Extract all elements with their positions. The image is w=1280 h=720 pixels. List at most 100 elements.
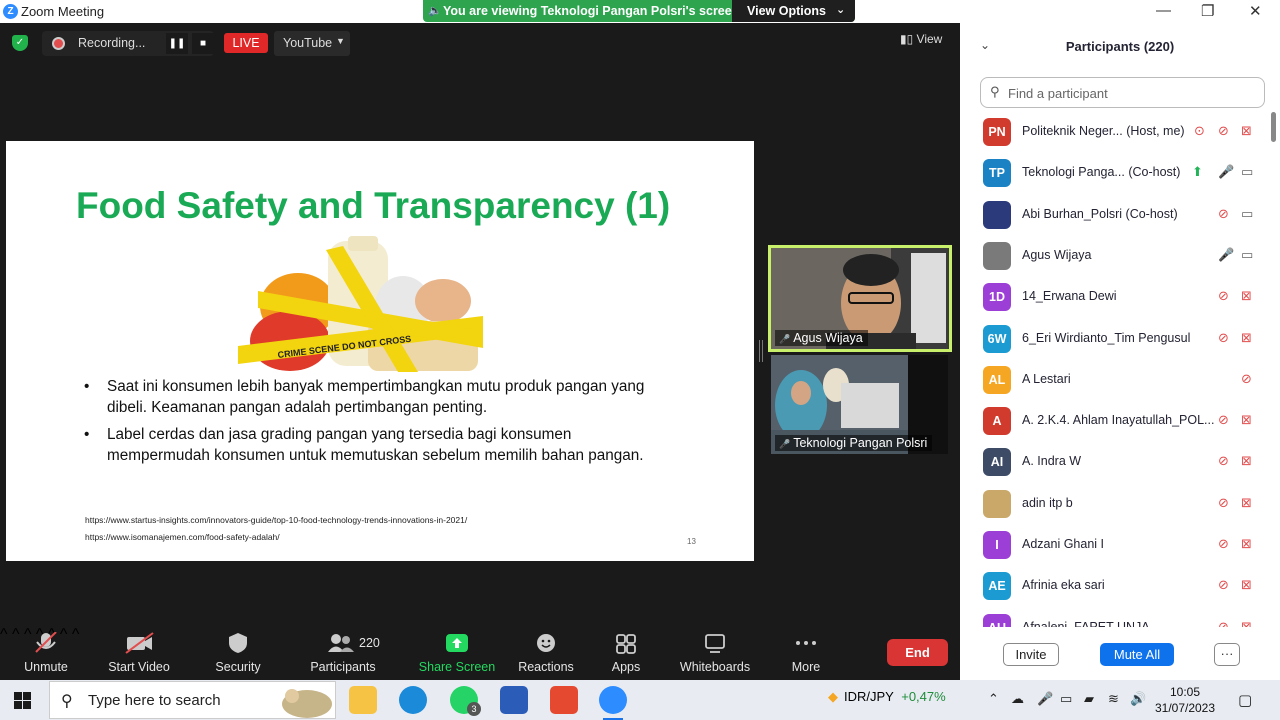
microphone-tray-icon[interactable]: 🎤	[1037, 691, 1053, 707]
notifications-icon[interactable]: ▢	[1238, 691, 1252, 709]
participant-row[interactable]: 6W 6_Eri Wirdianto_Tim Pengusul ⊘ ⊠	[960, 319, 1270, 360]
onedrive-cloud-icon[interactable]: ☁	[1011, 691, 1024, 707]
taskbar-clock[interactable]: 10:05 31/07/2023	[1150, 684, 1220, 716]
share-banner-message: You are viewing Teknologi Pangan Polsri'…	[443, 4, 740, 18]
participants-button[interactable]: 220 Participants	[306, 626, 380, 680]
mic-muted-icon[interactable]: ⊘	[1218, 288, 1229, 304]
mic-muted-icon[interactable]: ⊘	[1218, 536, 1229, 552]
video-panel-resize-handle[interactable]	[759, 340, 763, 362]
participant-row[interactable]: AU Afnaleni_FAPET UNJA ⊘ ⊠	[960, 608, 1270, 627]
close-icon[interactable]: ✕	[1249, 2, 1262, 20]
mic-muted-icon[interactable]: ⊘	[1218, 453, 1229, 469]
end-meeting-button[interactable]: End	[887, 639, 948, 666]
video-on-icon[interactable]: ▭	[1241, 206, 1253, 222]
pdf-reader-icon[interactable]	[550, 686, 578, 714]
participant-row[interactable]: 1D 14_Erwana Dewi ⊘ ⊠	[960, 277, 1270, 318]
video-tile-host[interactable]: 🎤 Teknologi Pangan Polsri	[771, 355, 948, 454]
more-button[interactable]: More	[776, 626, 836, 680]
battery-icon[interactable]: ▰	[1084, 691, 1094, 707]
whiteboards-button[interactable]: Whiteboards	[676, 626, 754, 680]
mic-on-icon[interactable]: 🎤	[1218, 247, 1234, 263]
maximize-icon[interactable]: ❐	[1201, 2, 1214, 20]
participant-row[interactable]: A A. 2.K.4. Ahlam Inayatullah_POL... ⊘ ⊠	[960, 401, 1270, 442]
edge-browser-icon[interactable]	[399, 686, 427, 714]
minimize-icon[interactable]: —	[1156, 2, 1171, 19]
encryption-shield-icon[interactable]: ✓	[12, 35, 28, 51]
file-explorer-icon[interactable]	[349, 686, 377, 714]
participant-row[interactable]: AE Afrinia eka sari ⊘ ⊠	[960, 566, 1270, 607]
participants-label: Participants	[310, 660, 376, 674]
mic-muted-icon[interactable]: ⊘	[1218, 206, 1229, 222]
mic-muted-icon[interactable]: ⊘	[1241, 371, 1252, 387]
start-video-button[interactable]: Start Video	[103, 626, 175, 680]
participant-row[interactable]: AL A Lestari ⊘	[960, 360, 1270, 401]
view-options-button[interactable]: View Options ⌄	[732, 0, 855, 22]
video-on-icon[interactable]: ▭	[1241, 164, 1253, 180]
participant-row[interactable]: Agus Wijaya 🎤 ▭	[960, 236, 1270, 277]
view-layout-icon: ▮▯	[900, 32, 917, 46]
pause-recording-button[interactable]: ❚❚	[166, 33, 188, 54]
participant-row[interactable]: PN Politeknik Neger... (Host, me) ⊙ ⊘ ⊠	[960, 112, 1270, 153]
participant-avatar: AE	[983, 572, 1011, 601]
mic-muted-icon[interactable]: ⊘	[1218, 412, 1229, 428]
video-off-icon[interactable]: ⊠	[1241, 412, 1252, 428]
participant-row[interactable]: adin itp b ⊘ ⊠	[960, 484, 1270, 525]
participant-name: Adzani Ghani I	[1022, 537, 1104, 551]
video-tile-active-speaker[interactable]: 🎤 Agus Wijaya	[768, 245, 952, 352]
video-off-icon[interactable]: ⊠	[1241, 330, 1252, 346]
participant-row[interactable]: Abi Burhan_Polsri (Co-host) ⊘ ▭	[960, 195, 1270, 236]
taskbar-search[interactable]: ⚲	[49, 681, 336, 719]
live-badge[interactable]: LIVE	[224, 33, 268, 53]
mic-muted-icon[interactable]: ⊘	[1218, 619, 1229, 627]
mute-all-button[interactable]: Mute All	[1100, 643, 1174, 666]
taskbar-search-input[interactable]	[88, 692, 288, 709]
participant-photo-avatar	[983, 241, 1011, 270]
video-off-icon[interactable]: ⊠	[1241, 453, 1252, 469]
reactions-button[interactable]: Reactions	[516, 626, 576, 680]
apps-button[interactable]: Apps	[596, 626, 656, 680]
scrollbar-thumb[interactable]	[1271, 112, 1276, 142]
video-off-icon[interactable]: ⊠	[1241, 123, 1252, 139]
display-icon[interactable]: ▭	[1060, 691, 1072, 707]
slide-page-number: 13	[687, 537, 696, 546]
invite-button[interactable]: Invite	[1003, 643, 1059, 666]
view-button[interactable]: ▮▯ View	[900, 32, 942, 46]
stream-target-dropdown[interactable]: YouTube ▼	[274, 31, 350, 56]
video-off-icon[interactable]: ⊠	[1241, 288, 1252, 304]
mic-on-icon[interactable]: 🎤	[1218, 164, 1234, 180]
mic-muted-icon[interactable]: ⊘	[1218, 577, 1229, 593]
video-off-icon[interactable]: ⊠	[1241, 619, 1252, 627]
participant-row[interactable]: TP Teknologi Panga... (Co-host) ⬆ 🎤 ▭	[960, 153, 1270, 194]
participant-row[interactable]: AI A. Indra W ⊘ ⊠	[960, 442, 1270, 483]
mic-muted-icon[interactable]: ⊘	[1218, 123, 1229, 139]
video-off-icon[interactable]: ⊠	[1241, 495, 1252, 511]
participant-list-scrollbar[interactable]	[1271, 112, 1277, 627]
participant-row[interactable]: I Adzani Ghani I ⊘ ⊠	[960, 525, 1270, 566]
participant-avatar: 6W	[983, 324, 1011, 353]
mic-muted-icon[interactable]: ⊘	[1218, 495, 1229, 511]
video-on-icon[interactable]: ▭	[1241, 247, 1253, 263]
participants-panel: — ❐ ✕ ⌄ Participants (220) ⚲ PNPolitekni…	[960, 0, 1280, 680]
unmute-button[interactable]: Unmute	[16, 626, 76, 680]
mic-muted-icon[interactable]: ⊘	[1218, 330, 1229, 346]
participant-avatar: PN	[983, 118, 1011, 146]
word-icon[interactable]	[500, 686, 528, 714]
video-off-icon[interactable]: ⊠	[1241, 536, 1252, 552]
participant-search[interactable]: ⚲	[980, 77, 1265, 108]
participant-search-input[interactable]	[1008, 84, 1248, 102]
tray-overflow-chevron-icon[interactable]: ⌃	[988, 691, 999, 707]
video-off-icon[interactable]: ⊠	[1241, 577, 1252, 593]
audio-options-caret-icon[interactable]: ^	[0, 626, 8, 643]
participants-panel-title: Participants (220)	[1065, 39, 1175, 54]
windows-start-icon[interactable]	[14, 692, 31, 709]
share-screen-button[interactable]: Share Screen	[418, 626, 496, 680]
chevron-down-icon: ⌄	[836, 4, 846, 16]
whatsapp-icon[interactable]: 3	[450, 686, 481, 716]
volume-icon[interactable]: 🔊	[1130, 691, 1146, 707]
wifi-icon[interactable]: ≋	[1108, 691, 1119, 707]
zoom-taskbar-icon[interactable]	[599, 686, 627, 720]
security-button[interactable]: Security	[208, 626, 268, 680]
panel-more-button[interactable]: ···	[1214, 643, 1240, 666]
stop-recording-button[interactable]: ■	[192, 33, 214, 54]
fx-widget[interactable]: ◆ IDR/JPY +0,47%	[828, 689, 946, 705]
